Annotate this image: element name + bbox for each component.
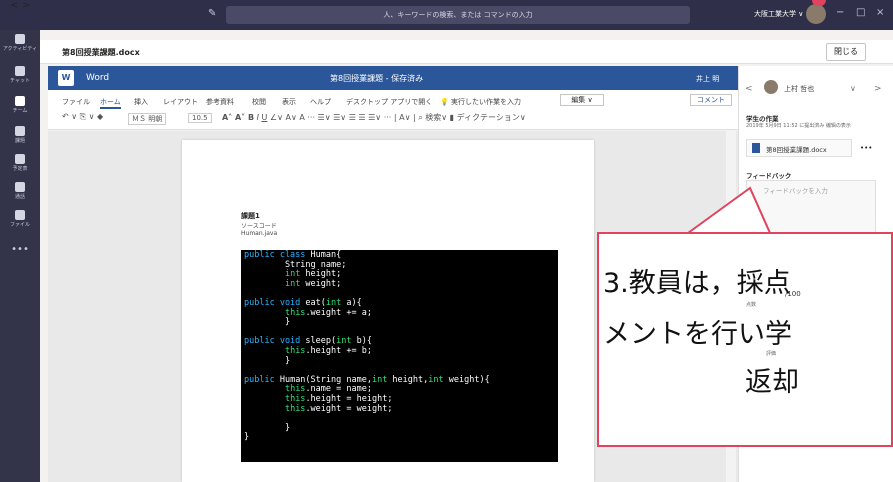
tab-help[interactable]: ヘルプ <box>310 97 331 107</box>
source-code-label: ソースコード <box>241 223 277 230</box>
teams-icon <box>15 96 25 106</box>
submitted-file-name[interactable]: 第8回授業課題.docx <box>766 144 827 154</box>
tab-review[interactable]: 校閲 <box>252 97 266 107</box>
comment-button[interactable]: コメント <box>690 94 732 106</box>
lightbulb-icon: 💡 <box>440 98 449 106</box>
tab-references[interactable]: 参考資料 <box>206 97 234 107</box>
back-button[interactable]: < <box>10 0 18 11</box>
assignment-heading: 課題1 <box>241 212 260 220</box>
bell-icon <box>15 34 25 44</box>
tell-me-input[interactable]: 💡 実行したい作業を入力 <box>440 97 521 107</box>
close-document-button[interactable]: 閉じる <box>826 43 866 61</box>
org-switcher[interactable]: 大阪工業大学 ∨ <box>754 9 803 19</box>
avatar[interactable] <box>806 4 826 24</box>
prev-student-button[interactable]: < <box>745 84 753 94</box>
chevron-down-icon[interactable]: ∨ <box>850 84 856 93</box>
tab-layout[interactable]: レイアウト <box>163 97 198 107</box>
compose-icon[interactable]: ✎ <box>208 8 216 19</box>
document-title: 第8回授業課題.docx <box>62 48 140 57</box>
tab-insert[interactable]: 挿入 <box>134 97 148 107</box>
next-student-button[interactable]: > <box>874 84 882 94</box>
formatting-toolbar[interactable]: A˄ A˅ B I U ∠∨ A∨ A ··· ☰∨ ☰∨ ☰ ☰ ☰∨ ···… <box>222 112 526 123</box>
submission-date: 2019年 5月9日 11:52 に提出済み 编辑の表示 <box>746 123 851 129</box>
student-name[interactable]: 上村 哲也 <box>784 84 814 94</box>
more-icon[interactable]: ••• <box>860 144 872 152</box>
more-apps-button[interactable]: ••• <box>0 244 40 255</box>
tab-home[interactable]: ホーム <box>100 97 121 109</box>
forward-button[interactable]: > <box>22 0 30 11</box>
student-avatar <box>764 80 778 94</box>
tab-file[interactable]: ファイル <box>62 97 90 107</box>
word-app-name: Word <box>86 73 110 83</box>
font-name-select[interactable]: ＭＳ 明朝 <box>128 113 167 125</box>
code-block: public class Human{ String name; int hei… <box>241 250 558 462</box>
feedback-placeholder: フィードバックを入力 <box>763 187 828 195</box>
document-header <box>40 40 893 64</box>
minimize-button[interactable]: − <box>836 7 844 18</box>
rail-item-activity[interactable]: アクティビティ <box>0 30 40 66</box>
feedback-label: フィードバック <box>746 172 792 180</box>
undo-redo-icon[interactable]: ↶ ∨ ⎘ ∨ ◆ <box>62 112 103 122</box>
font-size-select[interactable]: 10.5 <box>188 113 212 123</box>
word-user-name[interactable]: 井上 明 <box>696 74 719 84</box>
rail-item-files[interactable]: ファイル <box>0 206 40 242</box>
calendar-icon <box>15 154 25 164</box>
callout-text-line2: メントを行い学 <box>603 319 792 350</box>
search-input[interactable]: 人、キーワードの検索、または コマンドの入力 <box>226 6 690 24</box>
callout-text-line3: 返却 <box>745 367 799 398</box>
maximize-button[interactable]: □ <box>856 7 865 18</box>
word-logo-icon: W <box>58 70 74 86</box>
callout-text-line1: 3.教員は，採点 <box>603 268 791 299</box>
chat-icon <box>15 66 25 76</box>
points-value[interactable]: /100 <box>785 290 801 298</box>
phone-icon <box>15 182 25 192</box>
file-name-label: Human.java <box>241 230 278 237</box>
rubric-label: 評価 <box>766 351 777 357</box>
assignment-icon <box>15 126 25 136</box>
word-document-title[interactable]: 第8回授業課題 - 保存済み <box>330 73 423 84</box>
file-icon <box>15 210 25 220</box>
tab-view[interactable]: 表示 <box>282 97 296 107</box>
edit-mode-button[interactable]: 編集 ∨ <box>560 94 604 106</box>
points-label: 点数 <box>746 302 757 308</box>
word-file-icon <box>752 143 760 153</box>
close-window-button[interactable]: × <box>876 7 884 18</box>
open-desktop-app-link[interactable]: デスクトップ アプリで開く <box>346 97 432 107</box>
